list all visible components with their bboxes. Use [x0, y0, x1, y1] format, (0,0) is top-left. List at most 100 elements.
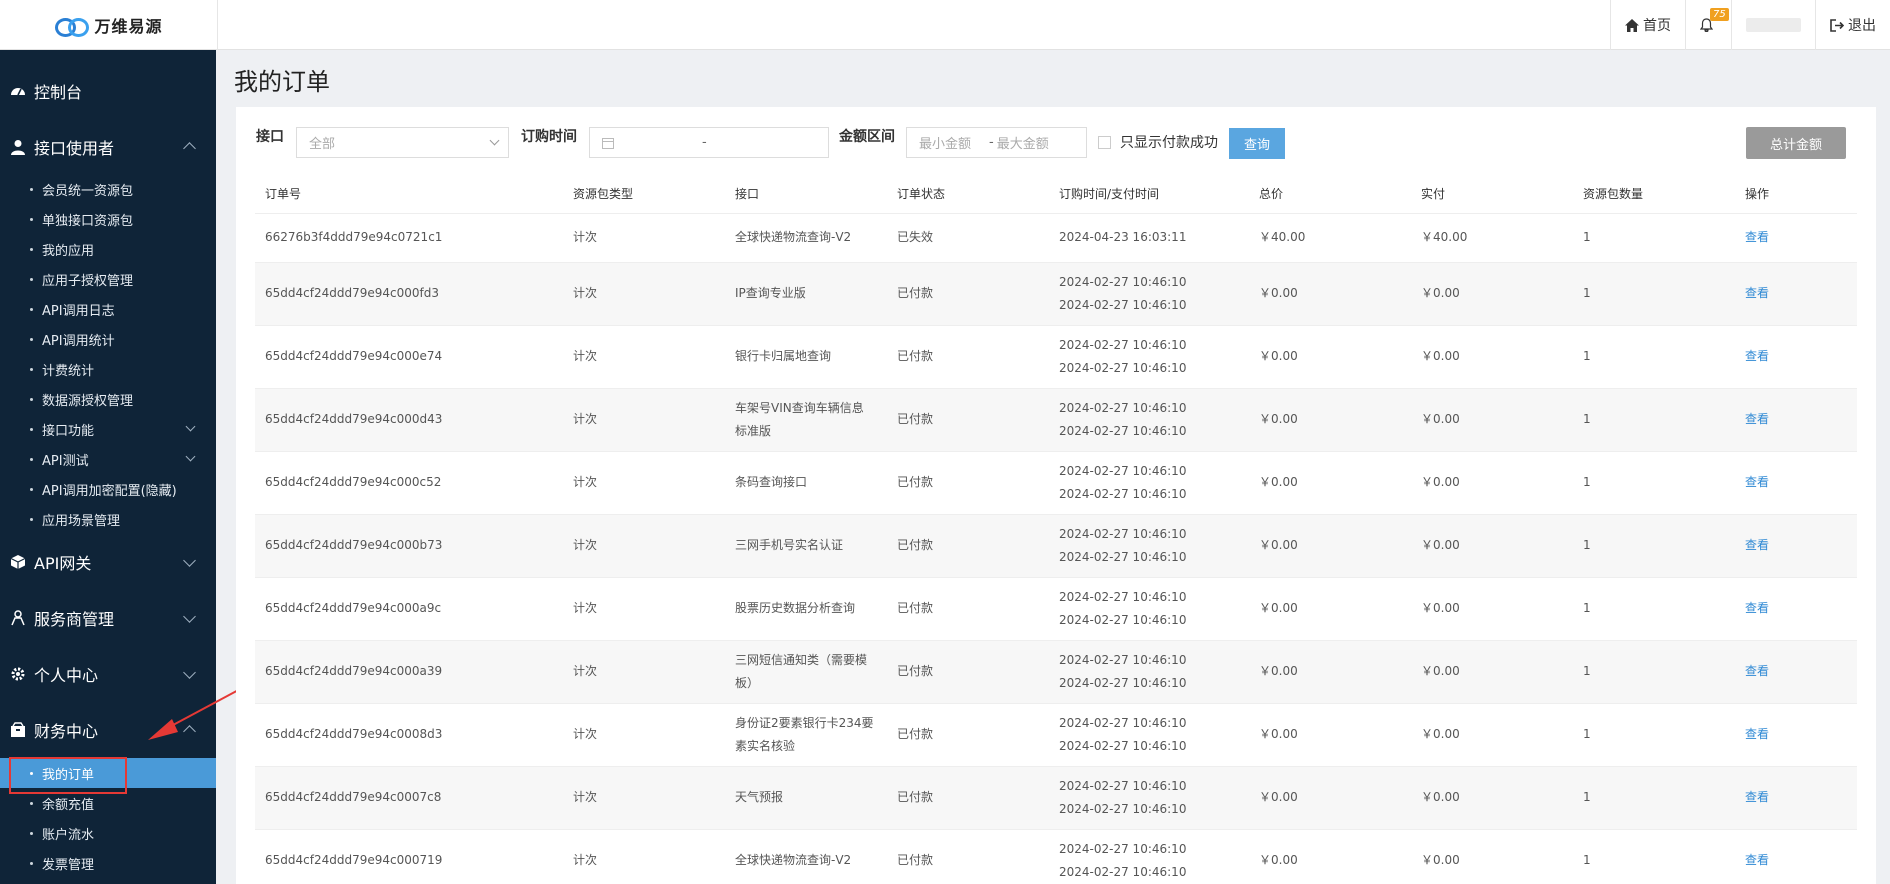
order-time: 2024-02-27 10:46:10 2024-02-27 10:46:10: [1049, 388, 1249, 452]
table-row: 65dd4cf24ddd79e94c000a9c 计次 股票历史数据分析查询 已…: [255, 577, 1857, 641]
paid-only-checkbox[interactable]: [1098, 136, 1111, 149]
table-row: 65dd4cf24ddd79e94c0007c8 计次 天气预报 已付款 202…: [255, 766, 1857, 830]
chevron-up-icon: [183, 142, 196, 155]
sidebar-item-member-package[interactable]: 会员统一资源包: [0, 174, 216, 204]
package-qty: 1: [1573, 451, 1735, 515]
query-button[interactable]: 查询: [1229, 128, 1285, 159]
notification-button[interactable]: 75: [1685, 0, 1731, 50]
table-row: 65dd4cf24ddd79e94c000e74 计次 银行卡归属地查询 已付款…: [255, 325, 1857, 389]
paid-amount: ￥0.00: [1411, 577, 1573, 641]
order-time: 2024-02-27 10:46:10 2024-02-27 10:46:10: [1049, 514, 1249, 578]
api-name: 全球快递物流查询-V2: [725, 213, 887, 263]
order-status: 已付款: [887, 640, 1049, 704]
col-action: 操作: [1735, 175, 1857, 214]
table-row: 65dd4cf24ddd79e94c000b73 计次 三网手机号实名认证 已付…: [255, 514, 1857, 578]
total-price: ￥0.00: [1249, 262, 1411, 326]
api-filter-label: 接口: [256, 129, 284, 145]
view-link[interactable]: 查看: [1745, 853, 1769, 867]
chevron-down-icon: [489, 135, 500, 146]
order-status: 已付款: [887, 514, 1049, 578]
view-link[interactable]: 查看: [1745, 538, 1769, 552]
view-link[interactable]: 查看: [1745, 412, 1769, 426]
order-id: 65dd4cf24ddd79e94c000d43: [255, 388, 563, 452]
sidebar: 控制台 接口使用者 会员统一资源包 单独接口资源包 我的应用 应用子授权管理 A…: [0, 50, 216, 884]
order-time: 2024-02-27 10:46:10 2024-02-27 10:46:10: [1049, 262, 1249, 326]
package-type: 计次: [563, 577, 725, 641]
package-qty: 1: [1573, 262, 1735, 326]
logout-label: 退出: [1848, 18, 1876, 34]
sidebar-item-gateway[interactable]: API网关: [0, 542, 216, 582]
package-qty: 1: [1573, 766, 1735, 830]
total-amount-button[interactable]: 总计金额: [1746, 127, 1846, 159]
total-price: ￥0.00: [1249, 703, 1411, 767]
view-link[interactable]: 查看: [1745, 286, 1769, 300]
total-price: ￥40.00: [1249, 213, 1411, 263]
api-name: 身份证2要素银行卡234要素实名核验: [725, 703, 887, 767]
orders-table: 订单号 资源包类型 接口 订单状态 订购时间/支付时间 总价 实付 资源包数量 …: [255, 175, 1857, 884]
table-row: 65dd4cf24ddd79e94c000a39 计次 三网短信通知类（需要模板…: [255, 640, 1857, 704]
view-link[interactable]: 查看: [1745, 230, 1769, 244]
sidebar-item-encrypt-config[interactable]: API调用加密配置(隐藏): [0, 474, 216, 504]
time-filter-label: 订购时间: [521, 129, 577, 145]
sidebar-item-my-orders[interactable]: 我的订单: [0, 758, 216, 788]
package-type: 计次: [563, 766, 725, 830]
order-status: 已失效: [887, 213, 1049, 263]
api-name: 车架号VIN查询车辆信息标准版: [725, 388, 887, 452]
min-amount-field[interactable]: 最小金额: [919, 133, 971, 152]
max-amount-field[interactable]: 最大金额: [997, 133, 1049, 152]
sidebar-item-provider[interactable]: 服务商管理: [0, 598, 216, 638]
sidebar-item-api-function[interactable]: 接口功能: [0, 414, 216, 444]
package-qty: 1: [1573, 514, 1735, 578]
view-link[interactable]: 查看: [1745, 727, 1769, 741]
view-link[interactable]: 查看: [1745, 790, 1769, 804]
order-status: 已付款: [887, 703, 1049, 767]
view-link[interactable]: 查看: [1745, 349, 1769, 363]
logo-icon: [54, 16, 90, 37]
filter-bar: 接口 全部 订购时间 - 金额区间 最小金额 - 最大金额 只显示付款成功 查询…: [236, 107, 1876, 167]
logout-button[interactable]: 退出: [1815, 0, 1890, 50]
sidebar-item-datasource-auth[interactable]: 数据源授权管理: [0, 384, 216, 414]
sidebar-item-account-flow[interactable]: 账户流水: [0, 818, 216, 848]
sidebar-item-sub-auth[interactable]: 应用子授权管理: [0, 264, 216, 294]
paid-amount: ￥0.00: [1411, 325, 1573, 389]
cube-icon: [10, 555, 26, 569]
paid-amount: ￥0.00: [1411, 640, 1573, 704]
sidebar-item-finance[interactable]: 财务中心: [0, 710, 216, 750]
sidebar-item-api-user[interactable]: 接口使用者: [0, 127, 216, 167]
home-link[interactable]: 首页: [1610, 0, 1685, 50]
sidebar-item-scenario[interactable]: 应用场景管理: [0, 504, 216, 534]
order-time: 2024-02-27 10:46:10 2024-02-27 10:46:10: [1049, 577, 1249, 641]
view-link[interactable]: 查看: [1745, 664, 1769, 678]
sidebar-item-personal[interactable]: 个人中心: [0, 654, 216, 694]
wallet-icon: [11, 722, 25, 737]
col-api: 接口: [725, 175, 887, 214]
logo-text: 万维易源: [94, 17, 163, 36]
sidebar-item-recharge[interactable]: 余额充值: [0, 788, 216, 818]
sidebar-item-label: 接口使用者: [34, 139, 115, 158]
view-link[interactable]: 查看: [1745, 601, 1769, 615]
col-total: 总价: [1249, 175, 1411, 214]
logo[interactable]: 万维易源: [0, 0, 218, 50]
package-type: 计次: [563, 829, 725, 884]
sidebar-item-billing-stats[interactable]: 计费统计: [0, 354, 216, 384]
sidebar-item-api-test[interactable]: API测试: [0, 444, 216, 474]
view-link[interactable]: 查看: [1745, 475, 1769, 489]
chevron-down-icon: [183, 666, 196, 679]
total-price: ￥0.00: [1249, 829, 1411, 884]
sidebar-item-api-stats[interactable]: API调用统计: [0, 324, 216, 354]
sidebar-item-api-log[interactable]: API调用日志: [0, 294, 216, 324]
sidebar-item-invoice[interactable]: 发票管理: [0, 848, 216, 878]
order-time: 2024-02-27 10:46:10 2024-02-27 10:46:10: [1049, 325, 1249, 389]
total-price: ￥0.00: [1249, 514, 1411, 578]
gear-icon: [11, 667, 25, 681]
user-menu[interactable]: [1731, 0, 1815, 50]
amount-range-input[interactable]: 最小金额 - 最大金额: [906, 127, 1087, 158]
sidebar-item-my-apps[interactable]: 我的应用: [0, 234, 216, 264]
order-status: 已付款: [887, 325, 1049, 389]
date-range-input[interactable]: -: [589, 127, 829, 158]
sidebar-item-console[interactable]: 控制台: [0, 71, 216, 111]
sidebar-item-single-package[interactable]: 单独接口资源包: [0, 204, 216, 234]
api-select[interactable]: 全部: [296, 127, 509, 158]
package-qty: 1: [1573, 388, 1735, 452]
order-id: 65dd4cf24ddd79e94c000719: [255, 829, 563, 884]
